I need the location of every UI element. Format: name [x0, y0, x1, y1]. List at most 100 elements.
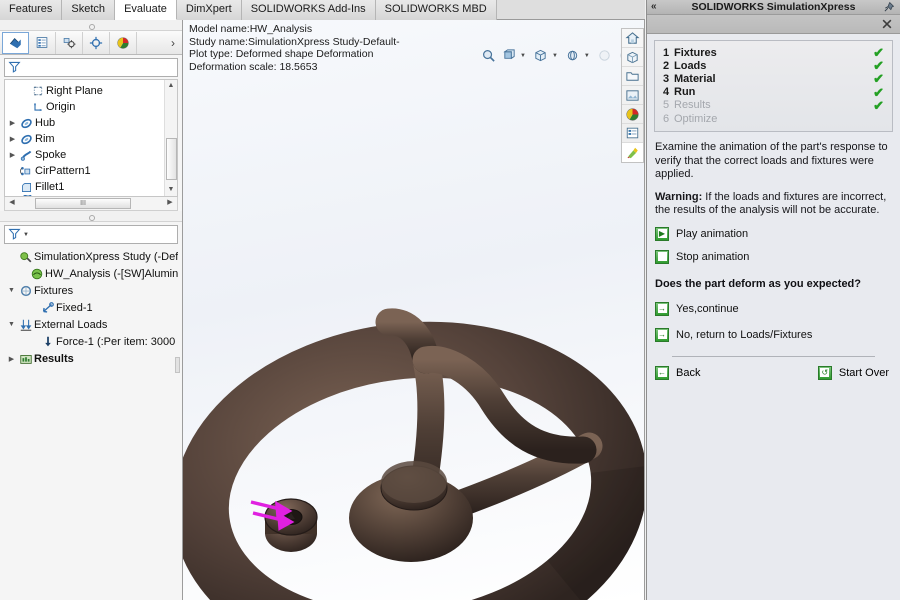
tree-item[interactable]: SimulationXpress Study (-Default-) — [4, 248, 178, 265]
sweep-icon — [18, 149, 35, 162]
wizard-step-run[interactable]: 4 Run ✔ — [663, 86, 884, 99]
chevron-down-icon[interactable]: ▼ — [583, 53, 594, 59]
answer-no-return[interactable]: → No, return to Loads/Fixtures — [655, 327, 892, 342]
chevron-down-icon[interactable]: ▼ — [21, 232, 29, 238]
tree-item[interactable]: Fillet1 — [5, 179, 163, 195]
wizard-step-material[interactable]: 3 Material ✔ — [663, 72, 884, 85]
expand-toggle[interactable]: ▶ — [7, 151, 18, 159]
start-over-button[interactable]: ↺ Start Over — [817, 365, 889, 380]
image-icon[interactable] — [622, 86, 643, 105]
tab-features[interactable]: Features — [0, 0, 63, 20]
scroll-up-arrow[interactable]: ▲ — [165, 80, 177, 92]
close-icon[interactable] — [880, 17, 894, 31]
tree-item[interactable]: Force-1 (:Per item: 3000 N:) — [4, 333, 178, 350]
wizard-step-optimize[interactable]: 6 Optimize — [663, 112, 884, 125]
chevron-down-icon[interactable]: ▼ — [519, 53, 530, 59]
play-glyph: ▶ — [657, 228, 667, 239]
scroll-left-arrow[interactable]: ◀ — [6, 197, 18, 209]
material-icon — [28, 267, 45, 281]
view-tool-zoom-to-fit[interactable] — [478, 46, 498, 65]
tree-item[interactable]: Origin — [5, 99, 163, 115]
wizard-step-loads[interactable]: 2 Loads ✔ — [663, 59, 884, 72]
feature-tree[interactable]: Right Plane Origin ▶ Hub ▶ Rim ▶ Spoke C… — [4, 79, 178, 197]
back-label: Back — [676, 366, 701, 379]
home-icon[interactable] — [622, 29, 643, 48]
expand-toggle[interactable]: ▶ — [7, 119, 18, 127]
tree-item[interactable]: Right Plane — [5, 83, 163, 99]
scroll-thumb-h[interactable]: III — [35, 198, 131, 209]
feature-tree-vscrollbar[interactable]: ▲ ▼ — [164, 80, 177, 196]
step-label: Optimize — [674, 112, 718, 125]
display-manager-icon[interactable] — [110, 31, 137, 54]
configuration-manager-icon[interactable] — [56, 31, 83, 54]
folder-icon[interactable] — [622, 67, 643, 86]
tree-item[interactable]: ▶ Hub — [5, 115, 163, 131]
loads-icon — [17, 318, 34, 332]
stop-animation-action[interactable]: Stop animation — [655, 249, 892, 264]
view-tool-display-style[interactable]: ▼ — [563, 46, 594, 65]
filter-icon — [8, 227, 21, 243]
tree-item[interactable]: CirPattern1 — [5, 163, 163, 179]
step-check-icon: ✔ — [873, 71, 884, 87]
panel-resize-grip[interactable] — [175, 357, 180, 373]
expand-toggle[interactable]: ▼ — [6, 287, 17, 294]
tree-item[interactable]: HW_Analysis (-[SW]Aluminum Bronze — [4, 265, 178, 282]
view-tool-section[interactable]: ▼ — [499, 46, 530, 65]
step-number: 3 — [663, 72, 670, 85]
tree-item[interactable]: ▶ Rim — [5, 131, 163, 147]
feature-tree-hscrollbar[interactable]: ◀ III ▶ — [4, 197, 178, 211]
tree-item[interactable]: ▶ Spoke — [5, 147, 163, 163]
handwheel-model-3d[interactable] — [183, 20, 645, 600]
study-filter-input[interactable]: ▼ — [4, 225, 178, 244]
tree-item-label: Origin — [46, 101, 76, 113]
wizard-navigation: ← Back ↺ Start Over — [655, 365, 889, 380]
tab-sketch[interactable]: Sketch — [62, 0, 116, 20]
feature-filter-input[interactable] — [4, 58, 178, 77]
back-button[interactable]: ← Back — [655, 365, 701, 380]
view-tool-orientation[interactable]: ▼ — [531, 46, 562, 65]
panel-drag-handle[interactable] — [0, 20, 182, 31]
graphics-area-edge — [644, 20, 645, 600]
panel-splitter[interactable] — [0, 211, 182, 222]
feature-manager-more-button[interactable]: › — [171, 36, 182, 50]
tree-item[interactable]: ▼ Fixtures — [4, 282, 178, 299]
tree-item-label: Right Plane — [46, 85, 103, 97]
wizard-question: Does the part deform as you expected? — [655, 277, 861, 290]
simulation-study-tree[interactable]: SimulationXpress Study (-Default-) HW_An… — [4, 246, 178, 476]
decals-icon[interactable] — [622, 143, 643, 162]
feature-tree-icon[interactable] — [2, 31, 29, 54]
collapse-pane-button[interactable]: « — [651, 1, 657, 12]
view-tool-hide-show[interactable] — [595, 46, 615, 65]
tree-item[interactable]: Fixed-1 — [4, 299, 178, 316]
answer-yes-continue[interactable]: → Yes,continue — [655, 301, 892, 316]
scroll-down-arrow[interactable]: ▼ — [165, 184, 177, 196]
expand-toggle[interactable]: ▶ — [7, 135, 18, 143]
tab-evaluate[interactable]: Evaluate — [115, 0, 177, 20]
appearance-wheel-icon[interactable] — [622, 105, 643, 124]
box-icon[interactable] — [622, 48, 643, 67]
chevron-down-icon[interactable]: ▼ — [551, 53, 562, 59]
custom-properties-icon[interactable] — [622, 124, 643, 143]
property-manager-icon[interactable] — [29, 31, 56, 54]
play-icon: ▶ — [655, 226, 669, 241]
tree-item[interactable]: ▶ Results — [4, 350, 178, 367]
scroll-thumb[interactable] — [166, 138, 177, 180]
tab-solidworks-mbd[interactable]: SOLIDWORKS MBD — [375, 0, 497, 20]
simulationxpress-task-pane: « SOLIDWORKS SimulationXpress 1 Fixtures… — [646, 0, 900, 600]
tree-item[interactable]: ▼ External Loads — [4, 316, 178, 333]
scroll-right-arrow[interactable]: ▶ — [164, 197, 176, 209]
play-animation-action[interactable]: ▶ Play animation — [655, 226, 892, 241]
step-label: Material — [674, 72, 716, 85]
tab-solidworks-add-ins[interactable]: SOLIDWORKS Add-Ins — [241, 0, 376, 20]
step-check-icon: ✔ — [873, 84, 884, 100]
expand-toggle[interactable]: ▼ — [6, 321, 17, 328]
pin-icon[interactable] — [883, 1, 895, 16]
display-pane-strip[interactable] — [621, 28, 644, 163]
heads-up-view-toolbar[interactable]: ▼ ▼ ▼ — [478, 46, 645, 65]
graphics-area[interactable]: Model name:HW_Analysis Study name:Simula… — [183, 20, 645, 600]
dimxpert-manager-icon[interactable] — [83, 31, 110, 54]
tab-dimxpert[interactable]: DimXpert — [176, 0, 242, 20]
wizard-step-fixtures[interactable]: 1 Fixtures ✔ — [663, 46, 884, 59]
expand-toggle[interactable]: ▶ — [6, 355, 17, 363]
wizard-step-results[interactable]: 5 Results ✔ — [663, 99, 884, 112]
